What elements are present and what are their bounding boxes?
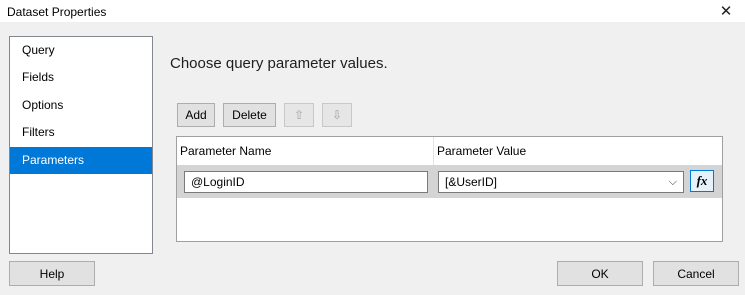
page-heading: Choose query parameter values. [170,55,388,72]
move-up-button[interactable]: ⇧ [284,103,314,127]
sidebar-item-query[interactable]: Query [10,37,152,64]
arrow-down-icon: ⇩ [331,108,343,122]
title-bar: Dataset Properties ✕ [0,0,745,22]
add-button[interactable]: Add [177,103,215,127]
close-icon[interactable]: ✕ [707,0,745,22]
chevron-down-icon[interactable]: ⌵ [669,172,677,192]
column-header-parameter-value: Parameter Value [437,144,527,158]
cancel-button[interactable]: Cancel [653,261,739,286]
arrow-up-icon: ⇧ [293,108,305,122]
parameter-value-combobox[interactable]: [&UserID] ⌵ [438,171,684,193]
window-title: Dataset Properties [7,5,107,19]
parameter-value-text: [&UserID] [445,175,498,189]
sidebar-nav: Query Fields Options Filters Parameters [9,36,153,254]
sidebar-item-options[interactable]: Options [10,92,152,119]
table-row: @LoginID [&UserID] ⌵ fx [177,165,722,198]
parameters-grid: Parameter Name Parameter Value @LoginID … [176,136,723,242]
sidebar-item-fields[interactable]: Fields [10,64,152,91]
move-down-button[interactable]: ⇩ [322,103,352,127]
ok-button[interactable]: OK [557,261,643,286]
help-button[interactable]: Help [9,261,95,286]
sidebar-item-filters[interactable]: Filters [10,119,152,146]
parameter-name-input[interactable]: @LoginID [184,171,428,193]
column-header-parameter-name: Parameter Name [180,144,272,158]
fx-icon[interactable]: fx [690,170,714,192]
delete-button[interactable]: Delete [223,103,276,127]
sidebar-item-parameters[interactable]: Parameters [10,147,152,174]
